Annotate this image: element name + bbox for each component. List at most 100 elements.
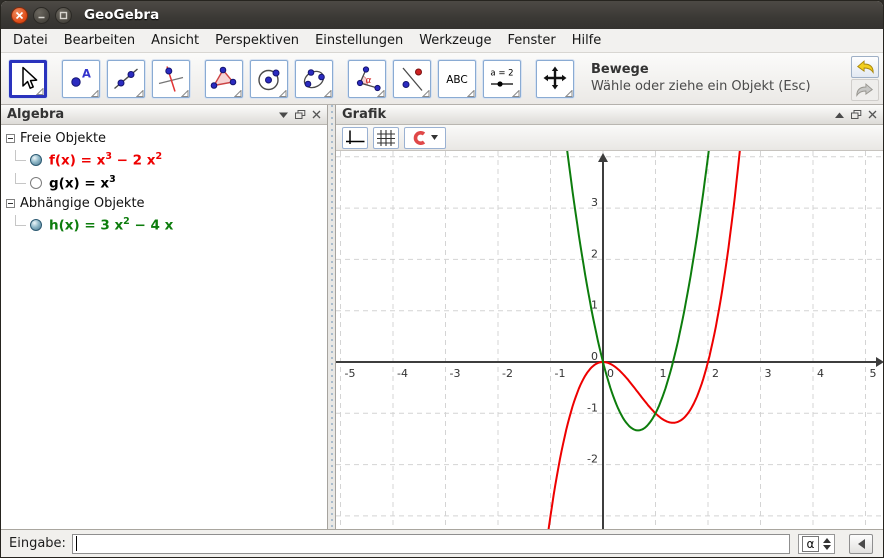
geogebra-window: GeoGebra Datei Bearbeiten Ansicht Perspekti… bbox=[0, 0, 884, 558]
window-minimize-button[interactable] bbox=[33, 6, 50, 24]
toggle-axes-button[interactable] bbox=[342, 126, 368, 149]
tool-dropdown-arrow[interactable] bbox=[90, 88, 99, 97]
axes-icon bbox=[346, 130, 365, 144]
tree-connector bbox=[15, 149, 26, 161]
redo-button[interactable] bbox=[851, 79, 879, 101]
tool-dropdown-arrow[interactable] bbox=[180, 88, 189, 97]
window-close-button[interactable] bbox=[11, 6, 28, 24]
symbol-dropdown[interactable]: α bbox=[798, 533, 835, 554]
menu-item-einstellungen[interactable]: Einstellungen bbox=[307, 30, 411, 51]
curve-h[interactable] bbox=[336, 151, 883, 432]
menubar: Datei Bearbeiten Ansicht Perspektiven Einste… bbox=[1, 29, 883, 53]
tool-circle-button[interactable] bbox=[250, 59, 288, 98]
panel-menu-icon[interactable] bbox=[835, 112, 844, 118]
algebra-item-g[interactable]: g(x) = x3 bbox=[6, 171, 327, 194]
panel-undock-icon[interactable] bbox=[294, 109, 306, 120]
tool-polygon-button[interactable] bbox=[205, 59, 243, 98]
tool-perpendicular-line-button[interactable] bbox=[152, 59, 190, 98]
tool-group-view bbox=[536, 59, 574, 98]
tool-dropdown-arrow[interactable] bbox=[233, 88, 242, 97]
tool-dropdown-arrow[interactable] bbox=[466, 88, 475, 97]
visibility-marble[interactable] bbox=[30, 176, 42, 189]
panel-splitter[interactable] bbox=[328, 105, 335, 529]
minimize-icon bbox=[38, 16, 45, 18]
graphics-view[interactable]: -5 -4 -3 -2 -1 0 1 2 3 4 5 -2 -1 0 1 2 3 bbox=[336, 151, 883, 529]
tool-angle-button[interactable]: α bbox=[348, 59, 386, 98]
tool-group-move bbox=[9, 59, 47, 98]
tool-dropdown-arrow[interactable] bbox=[511, 88, 520, 97]
algebra-panel-header: Algebra bbox=[1, 105, 327, 125]
tool-dropdown-arrow[interactable] bbox=[135, 88, 144, 97]
toggle-grid-button[interactable] bbox=[373, 126, 399, 149]
object-formula: f(x) = x3 − 2 x2 bbox=[49, 150, 163, 169]
tool-ellipse-button[interactable] bbox=[295, 59, 333, 98]
menu-item-bearbeiten[interactable]: Bearbeiten bbox=[56, 30, 143, 51]
undo-button[interactable] bbox=[851, 56, 879, 78]
panel-close-icon[interactable] bbox=[312, 110, 321, 119]
point-capturing-button[interactable] bbox=[404, 126, 446, 149]
tool-group-points-lines: A bbox=[62, 59, 190, 98]
algebra-panel: Algebra Freie Objekte f(x) = x3 − 2 x2 g(x… bbox=[1, 105, 328, 529]
tool-move-button[interactable] bbox=[9, 59, 47, 98]
panel-undock-icon[interactable] bbox=[850, 109, 862, 120]
menu-item-werkzeuge[interactable]: Werkzeuge bbox=[411, 30, 499, 51]
menu-item-datei[interactable]: Datei bbox=[5, 30, 56, 51]
tool-reflection-button[interactable] bbox=[393, 59, 431, 98]
main-area: Algebra Freie Objekte f(x) = x3 − 2 x2 g(x… bbox=[1, 105, 883, 529]
tool-dropdown-arrow[interactable] bbox=[564, 88, 573, 97]
x-tick-label: -4 bbox=[397, 367, 408, 380]
x-tick-label: -5 bbox=[345, 367, 356, 380]
y-tick-label: 3 bbox=[591, 196, 598, 209]
algebra-group-header[interactable]: Abhängige Objekte bbox=[6, 194, 327, 213]
tool-text-button[interactable]: ABC bbox=[438, 59, 476, 98]
spinner-up-icon[interactable] bbox=[823, 537, 831, 543]
undo-icon bbox=[856, 60, 874, 75]
menu-item-hilfe[interactable]: Hilfe bbox=[564, 30, 610, 51]
x-tick-label: -1 bbox=[555, 367, 566, 380]
input-help-toggle-button[interactable] bbox=[849, 533, 873, 554]
collapse-icon[interactable] bbox=[6, 199, 15, 208]
tool-dropdown-arrow[interactable] bbox=[278, 88, 287, 97]
magnet-icon bbox=[413, 130, 426, 145]
y-tick-label: -2 bbox=[587, 453, 598, 466]
collapse-icon[interactable] bbox=[6, 134, 15, 143]
panel-menu-icon[interactable] bbox=[279, 112, 288, 118]
panel-close-icon[interactable] bbox=[868, 110, 877, 119]
window-maximize-button[interactable] bbox=[55, 6, 72, 24]
tool-dropdown-arrow[interactable] bbox=[35, 86, 44, 95]
menu-item-fenster[interactable]: Fenster bbox=[499, 30, 563, 51]
algebra-tree: Freie Objekte f(x) = x3 − 2 x2 g(x) = x3 Ab… bbox=[1, 125, 327, 529]
command-input[interactable] bbox=[71, 533, 790, 554]
graph-canvas[interactable]: -5 -4 -3 -2 -1 0 1 2 3 4 5-2-10123 bbox=[336, 151, 883, 529]
y-tick-label: 0 bbox=[591, 350, 598, 363]
object-formula: g(x) = x3 bbox=[49, 173, 116, 192]
x-tick-label: 2 bbox=[712, 367, 719, 380]
titlebar[interactable]: GeoGebra bbox=[1, 1, 883, 29]
tool-dropdown-arrow[interactable] bbox=[421, 88, 430, 97]
x-tick-label: 3 bbox=[765, 367, 772, 380]
algebra-group-label: Freie Objekte bbox=[20, 131, 107, 146]
visibility-marble[interactable] bbox=[30, 218, 42, 231]
tree-connector bbox=[15, 214, 26, 226]
tool-dropdown-arrow[interactable] bbox=[323, 88, 332, 97]
tool-line-button[interactable] bbox=[107, 59, 145, 98]
tool-group-shapes bbox=[205, 59, 333, 98]
visibility-marble[interactable] bbox=[30, 153, 42, 166]
menu-item-perspektiven[interactable]: Perspektiven bbox=[207, 30, 307, 51]
algebra-group-header[interactable]: Freie Objekte bbox=[6, 129, 327, 148]
tool-point-button[interactable]: A bbox=[62, 59, 100, 98]
close-icon bbox=[15, 11, 24, 19]
tool-move-graphics-view-button[interactable] bbox=[536, 59, 574, 98]
tool-dropdown-arrow[interactable] bbox=[376, 88, 385, 97]
x-tick-label: 5 bbox=[870, 367, 877, 380]
x-axis-arrow bbox=[876, 357, 883, 367]
algebra-item-h[interactable]: h(x) = 3 x2 − 4 x bbox=[6, 213, 327, 236]
spinner-down-icon[interactable] bbox=[823, 544, 831, 550]
algebra-item-f[interactable]: f(x) = x3 − 2 x2 bbox=[6, 148, 327, 171]
angle-tool-badge: α bbox=[366, 76, 372, 86]
symbol-spinner[interactable] bbox=[823, 537, 831, 550]
menu-item-ansicht[interactable]: Ansicht bbox=[143, 30, 207, 51]
undo-redo-group bbox=[851, 56, 879, 101]
tool-slider-button[interactable]: a = 2 bbox=[483, 59, 521, 98]
x-tick-label: -2 bbox=[502, 367, 513, 380]
